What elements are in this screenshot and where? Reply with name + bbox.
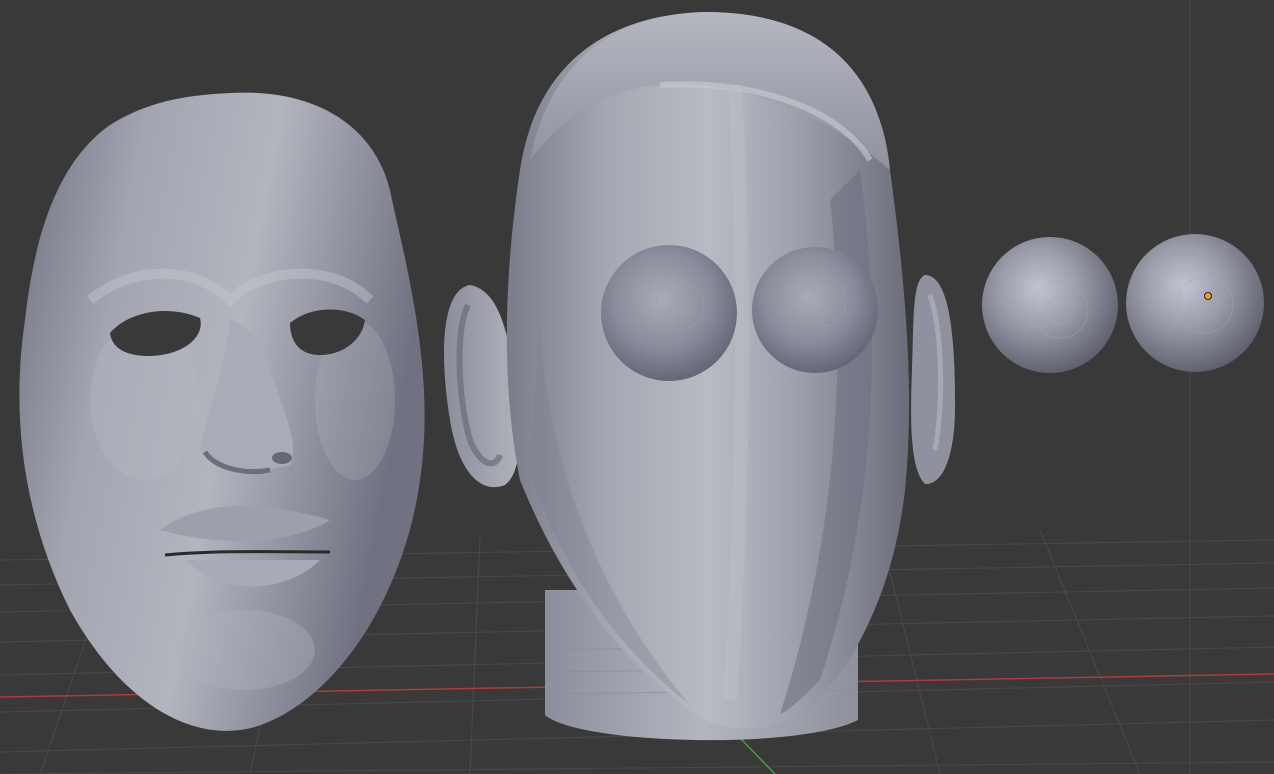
face-mask[interactable] <box>19 92 425 731</box>
sphere-2[interactable] <box>1126 234 1264 372</box>
scene-canvas[interactable] <box>0 0 1274 774</box>
eye-sphere-right[interactable] <box>752 247 878 373</box>
3d-viewport[interactable] <box>0 0 1274 774</box>
sphere-1[interactable] <box>982 237 1118 373</box>
right-ear[interactable] <box>911 275 956 485</box>
object-origin-marker[interactable] <box>1204 292 1212 300</box>
eye-sphere-left[interactable] <box>601 245 737 381</box>
